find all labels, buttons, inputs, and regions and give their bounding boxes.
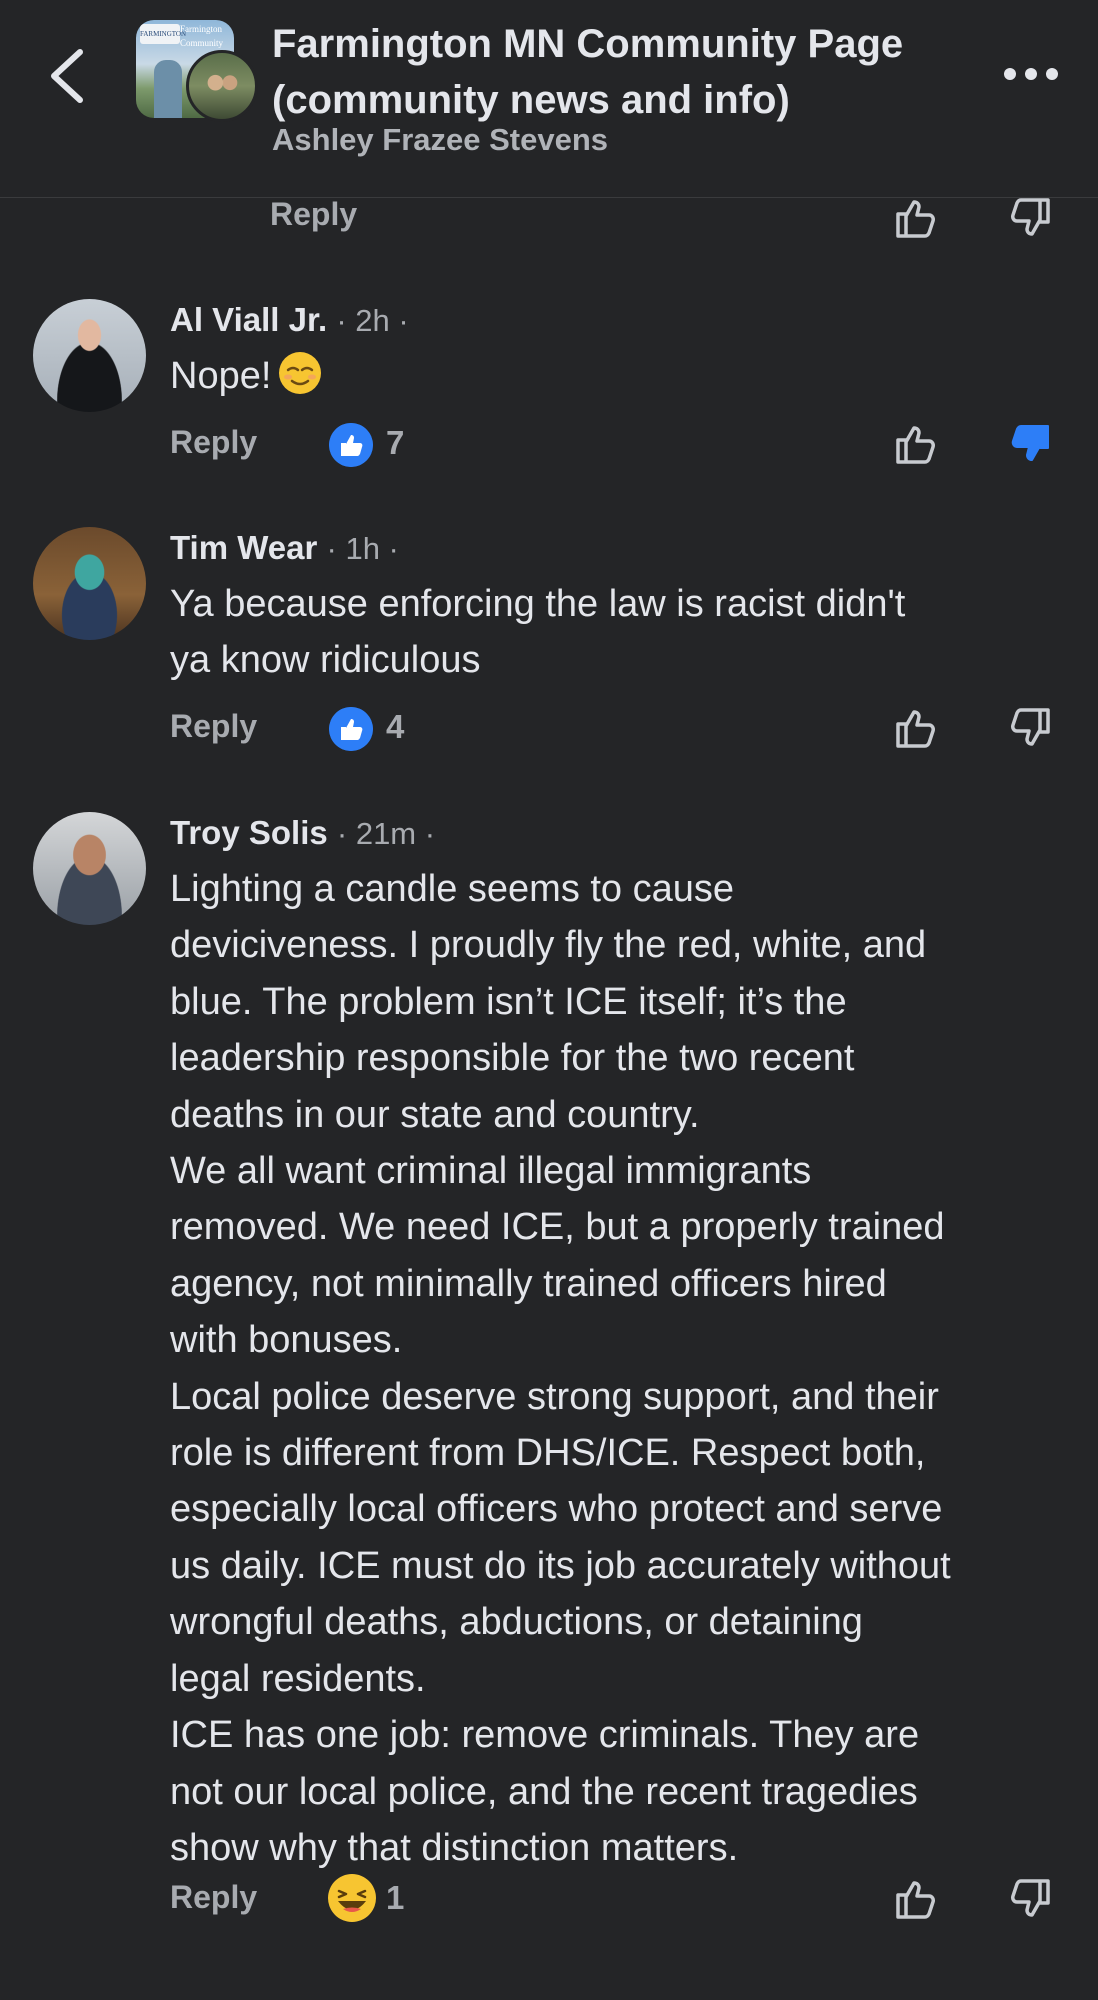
comment-body: Ya because enforcing the law is racist d… (170, 576, 1070, 689)
comment-text-line: wrongful deaths, abductions, or detainin… (170, 1601, 863, 1644)
comment-header: Al Viall Jr. · 2h · (170, 300, 409, 341)
thumbnail-sign-text-2: Farmington Community (180, 24, 224, 48)
back-button[interactable] (40, 40, 96, 112)
comment-body: Nope! (170, 348, 1070, 404)
comment-time: · 2h · (336, 303, 409, 338)
app-screen: FARMINGTON Farmington Community Farmingt… (0, 0, 1098, 2000)
haha-reaction-icon[interactable] (327, 1873, 377, 1923)
comment-text-line: ya know ridiculous (170, 639, 481, 682)
thumbs-down-icon[interactable] (1006, 1875, 1054, 1923)
thumbs-up-icon[interactable] (892, 704, 940, 752)
comment-text-line: deviciveness. I proudly fly the red, whi… (170, 924, 927, 967)
comment-text-line: Local police deserve strong support, and… (170, 1375, 939, 1418)
post-author-name[interactable]: Ashley Frazee Stevens (272, 122, 608, 158)
comment-text-line: leadership responsible for the two recen… (170, 1037, 855, 1080)
comment-text-line: show why that distinction matters. (170, 1826, 739, 1869)
more-horizontal-icon (1004, 68, 1058, 80)
author-name[interactable]: Al Viall Jr. (170, 301, 327, 338)
avatar[interactable] (33, 527, 146, 640)
comment-text-line: agency, not minimally trained officers h… (170, 1262, 887, 1305)
comment-text-line: ICE has one job: remove criminals. They … (170, 1714, 920, 1757)
like-reaction-icon[interactable] (329, 707, 373, 751)
thumbs-down-icon[interactable] (1006, 194, 1054, 242)
thumbs-up-icon[interactable] (892, 1875, 940, 1923)
chevron-left-icon (51, 49, 83, 103)
comment-text-line: deaths in our state and country. (170, 1093, 700, 1136)
reaction-count[interactable]: 1 (386, 1879, 404, 1917)
previous-comment-actions: Reply (0, 196, 1098, 256)
thumbs-down-icon[interactable] (1006, 704, 1054, 752)
reaction-count[interactable]: 4 (386, 708, 404, 746)
comment-header: Tim Wear · 1h · (170, 528, 399, 569)
reply-button[interactable]: Reply (270, 196, 357, 233)
avatar[interactable] (33, 812, 146, 925)
comment-time: · 1h · (326, 531, 399, 566)
group-header: FARMINGTON Farmington Community Farmingt… (0, 0, 1098, 198)
comment-header: Troy Solis · 21m · (170, 813, 435, 854)
comment-text-line: role is different from DHS/ICE. Respect … (170, 1432, 926, 1475)
comment-text-line: We all want criminal illegal immigrants (170, 1150, 812, 1193)
thumbnail-sign-text: FARMINGTON (140, 24, 186, 44)
water-tower-image (154, 60, 182, 118)
poster-avatar[interactable] (186, 50, 258, 122)
group-title[interactable]: Farmington MN Community Page (community … (272, 16, 972, 128)
comment-text-line: especially local officers who protect an… (170, 1488, 943, 1531)
relieved-face-emoji-icon (279, 352, 322, 394)
more-options-button[interactable] (1000, 60, 1062, 88)
comment-text: Nope! (170, 355, 272, 397)
comment-text-line: blue. The problem isn’t ICE itself; it’s… (170, 980, 847, 1023)
comment-text-line: Ya because enforcing the law is racist d… (170, 583, 906, 625)
avatar[interactable] (33, 299, 146, 412)
comment-item: Troy Solis · 21m · Lighting a candle see… (0, 803, 1098, 1953)
author-name[interactable]: Tim Wear (170, 529, 317, 566)
comment-item: Tim Wear · 1h · Ya because enforcing the… (0, 518, 1098, 768)
author-name[interactable]: Troy Solis (170, 814, 328, 851)
comment-text-line: with bonuses. (170, 1319, 403, 1362)
thumbs-up-icon[interactable] (892, 420, 940, 468)
thumbs-down-filled-icon[interactable] (1006, 420, 1054, 468)
reply-button[interactable]: Reply (170, 424, 257, 461)
comment-text-line: removed. We need ICE, but a properly tra… (170, 1206, 945, 1249)
reply-button[interactable]: Reply (170, 708, 257, 745)
comment-time: · 21m · (336, 816, 436, 851)
thumbs-up-icon[interactable] (892, 194, 940, 242)
comment-item: Al Viall Jr. · 2h · Nope! Reply 7 (0, 290, 1098, 490)
reply-button[interactable]: Reply (170, 1879, 257, 1916)
comment-text-line: not our local police, and the recent tra… (170, 1770, 918, 1813)
comment-body: Lighting a candle seems to cause deviciv… (170, 861, 1070, 1876)
comment-text-line: Lighting a candle seems to cause (170, 868, 735, 910)
reaction-count[interactable]: 7 (386, 424, 404, 462)
comment-text-line: legal residents. (170, 1657, 426, 1700)
comment-text-line: us daily. ICE must do its job accurately… (170, 1544, 951, 1587)
like-reaction-icon[interactable] (329, 423, 373, 467)
